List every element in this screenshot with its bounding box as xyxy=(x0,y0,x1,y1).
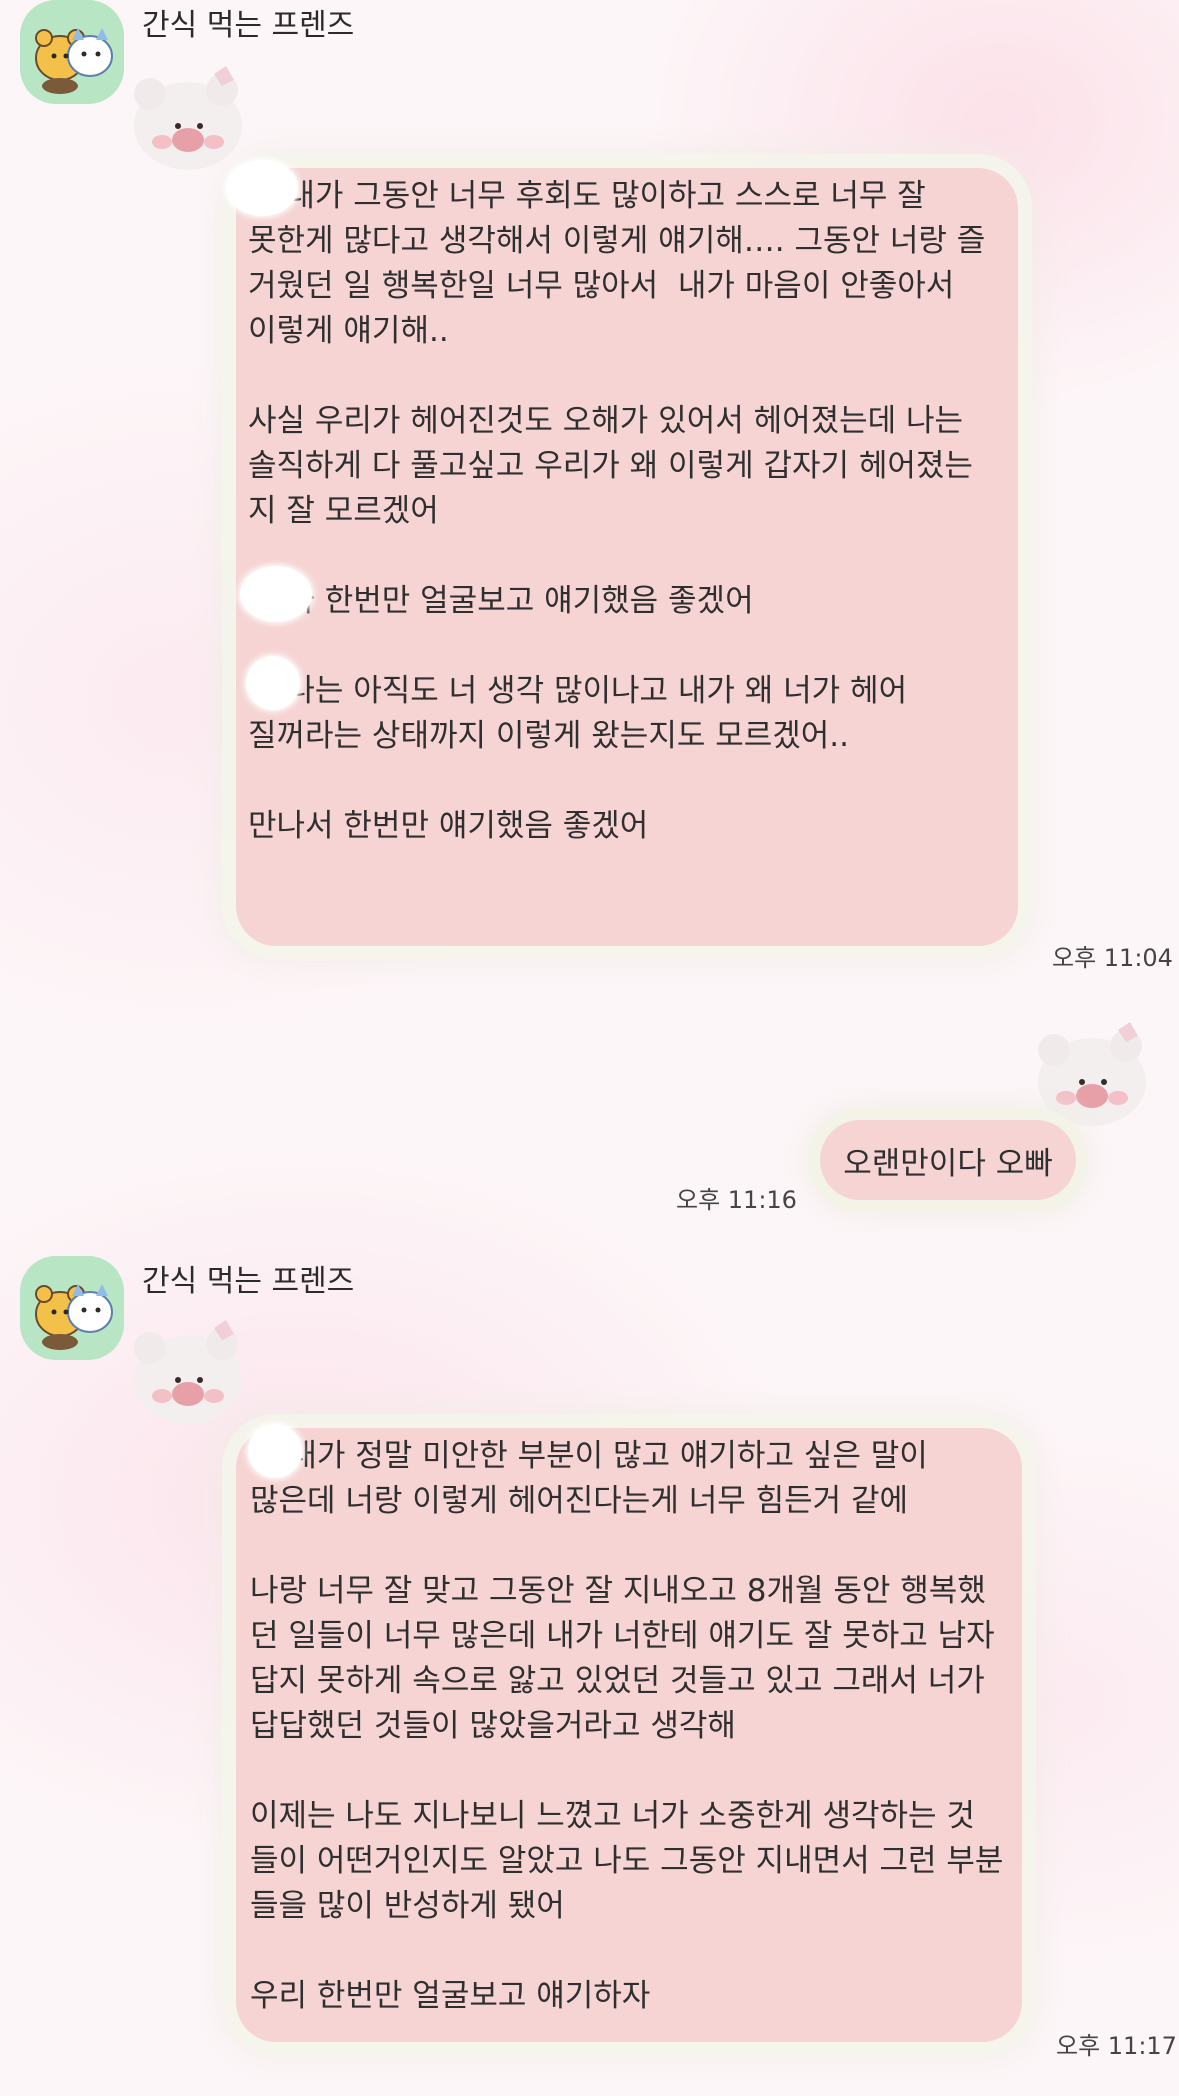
message-text: 아 내가 정말 미안한 부분이 많고 얘기하고 싶은 말이 많은데 너랑 이렇게… xyxy=(250,1438,1004,2014)
sender-avatar[interactable] xyxy=(20,0,124,104)
bear-sticker-icon xyxy=(1038,1022,1146,1126)
sender-avatar[interactable] xyxy=(20,1256,124,1360)
bear-sticker xyxy=(126,64,250,180)
message-time: 오후 11:16 xyxy=(676,1186,797,1214)
incoming-message-bubble[interactable]: 아 내가 그동안 너무 후회도 많이하고 스스로 너무 잘 못한게 많다고 생각… xyxy=(236,168,1018,946)
redacted-name-mark xyxy=(246,656,300,710)
message-text: 오랜만이다 오빠 xyxy=(843,1145,1053,1182)
outgoing-message-bubble[interactable]: 오랜만이다 오빠 xyxy=(820,1120,1076,1200)
message-time: 오후 11:17 xyxy=(1056,2032,1177,2060)
bear-sticker xyxy=(1030,1020,1154,1136)
friends-avatar-icon xyxy=(20,1256,124,1360)
bear-sticker-icon xyxy=(134,1320,242,1424)
bear-sticker xyxy=(126,1318,250,1434)
redacted-name-mark xyxy=(240,566,312,622)
friends-avatar-icon xyxy=(20,0,124,104)
redacted-name-mark xyxy=(226,160,298,216)
message-text: 아 내가 그동안 너무 후회도 많이하고 스스로 너무 잘 못한게 많다고 생각… xyxy=(248,178,986,844)
bear-sticker-icon xyxy=(134,66,242,170)
redacted-name-mark xyxy=(248,1424,302,1478)
sender-name: 간식 먹는 프렌즈 xyxy=(142,1264,355,1299)
incoming-message-bubble[interactable]: 아 내가 정말 미안한 부분이 많고 얘기하고 싶은 말이 많은데 너랑 이렇게… xyxy=(236,1428,1022,2042)
message-time: 오후 11:04 xyxy=(1052,944,1173,972)
sender-name: 간식 먹는 프렌즈 xyxy=(142,8,355,43)
